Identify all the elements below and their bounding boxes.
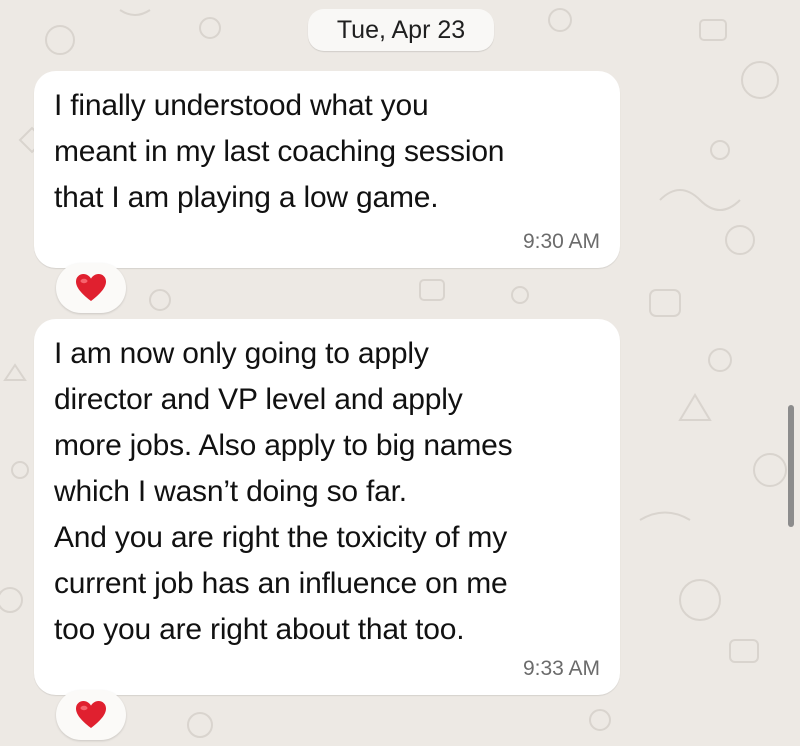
message-text: I finally understood what you meant in m… bbox=[54, 89, 505, 214]
scrollbar[interactable] bbox=[788, 405, 794, 527]
incoming-message[interactable]: I finally understood what you meant in m… bbox=[34, 71, 620, 268]
heart-icon bbox=[76, 701, 106, 728]
incoming-message[interactable]: I am now only going to apply director an… bbox=[34, 319, 620, 695]
message-timestamp: 9:30 AM bbox=[522, 230, 600, 253]
message-text: I am now only going to apply director an… bbox=[54, 337, 513, 646]
message-timestamp: 9:33 AM bbox=[522, 657, 600, 680]
message-reaction[interactable] bbox=[56, 690, 126, 740]
heart-icon bbox=[76, 274, 106, 301]
message-reaction[interactable] bbox=[56, 263, 126, 313]
date-separator: Tue, Apr 23 bbox=[308, 9, 494, 51]
